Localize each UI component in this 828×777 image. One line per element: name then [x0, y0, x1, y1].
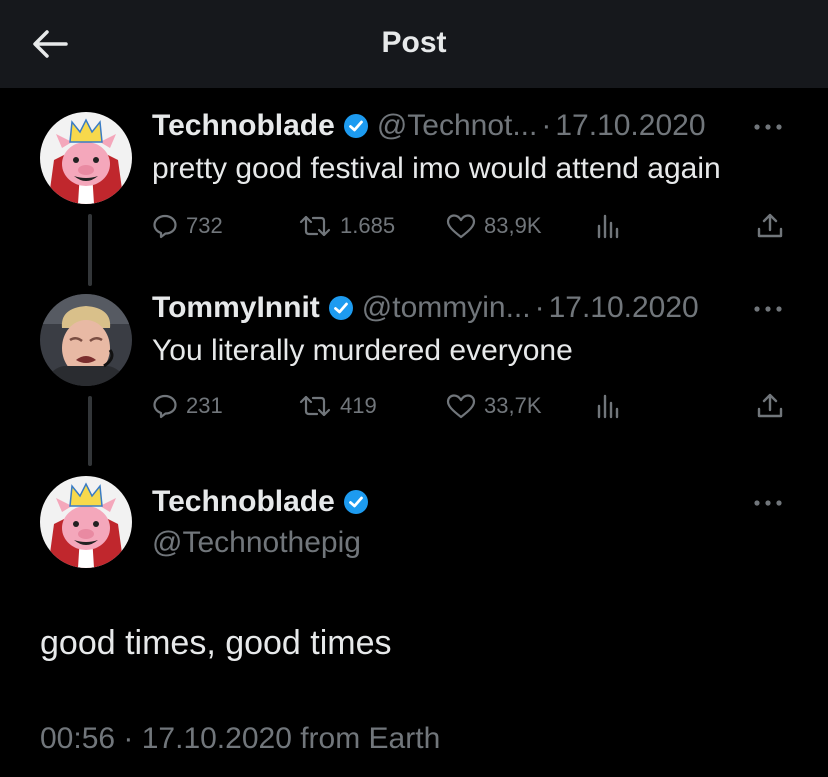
author-handle[interactable]: @Technot...	[377, 109, 538, 143]
reply-icon	[153, 214, 177, 239]
author-name[interactable]: Technoblade	[152, 109, 335, 143]
author-handle[interactable]: @tommyin...	[362, 291, 531, 325]
more-dots-icon	[754, 500, 782, 506]
like-count: 33,7K	[484, 393, 542, 418]
retweet-icon	[299, 215, 331, 237]
tweet-text: pretty good festival imo would attend ag…	[152, 152, 721, 185]
tweet-text: You literally murdered everyone	[152, 334, 573, 367]
like-button[interactable]: 33,7K	[446, 386, 542, 426]
separator: ·	[534, 291, 545, 324]
page-title: Post	[381, 26, 447, 59]
main-tweet-text: good times, good times	[40, 624, 392, 662]
more-options-button[interactable]	[748, 294, 788, 324]
reply-count: 732	[186, 213, 223, 238]
retweet-count: 1.685	[340, 213, 396, 238]
retweet-count: 419	[340, 393, 377, 418]
retweet-button[interactable]: 419	[298, 386, 377, 426]
tweet-header: Technoblade @Technot... · 17.10.2020	[152, 106, 706, 146]
retweet-button[interactable]: 1.685	[298, 206, 395, 246]
verified-badge-icon	[343, 489, 369, 515]
avatar-technoblade[interactable]	[40, 476, 132, 568]
avatar-tommyinnit[interactable]	[40, 294, 132, 386]
heart-icon	[446, 214, 476, 239]
author-handle[interactable]: @Technothepig	[152, 526, 377, 560]
thread-connector	[88, 396, 92, 466]
verified-badge-icon	[328, 295, 354, 321]
tommy-avatar-image	[40, 294, 132, 386]
tweet-actions: 732 1.685 83,9K	[152, 206, 788, 246]
reply-icon	[153, 394, 177, 419]
more-options-button[interactable]	[748, 488, 788, 518]
pig-avatar-image	[40, 476, 132, 568]
like-count: 83,9K	[484, 213, 542, 238]
avatar-technoblade[interactable]	[40, 112, 132, 204]
main-author-block: Technoblade @Technothepig	[152, 482, 377, 560]
reply-button[interactable]: 732	[152, 206, 223, 246]
share-button[interactable]	[756, 206, 784, 246]
author-name[interactable]: Technoblade	[152, 485, 335, 519]
separator: ·	[541, 109, 552, 142]
more-dots-icon	[754, 306, 782, 312]
pig-avatar-image	[40, 112, 132, 204]
share-button[interactable]	[756, 386, 784, 426]
reply-button[interactable]: 231	[152, 386, 223, 426]
verified-badge-icon	[343, 113, 369, 139]
tweet-date[interactable]: 17.10.2020	[549, 291, 699, 325]
heart-icon	[446, 394, 476, 419]
share-icon	[757, 213, 783, 238]
reply-count: 231	[186, 393, 223, 418]
tweet-actions: 231 419 33,7K	[152, 386, 788, 426]
like-button[interactable]: 83,9K	[446, 206, 542, 246]
more-dots-icon	[754, 124, 782, 130]
views-icon	[597, 394, 619, 419]
tweet-header: TommyInnit @tommyin... · 17.10.2020	[152, 288, 699, 328]
top-bar: Post	[0, 0, 828, 88]
tweet-date[interactable]: 17.10.2020	[555, 109, 705, 143]
views-icon	[597, 214, 619, 239]
author-name[interactable]: TommyInnit	[152, 291, 320, 325]
more-options-button[interactable]	[748, 112, 788, 142]
thread-connector	[88, 214, 92, 286]
tweet-timestamp[interactable]: 00:56 · 17.10.2020 from Earth	[40, 722, 440, 756]
views-button[interactable]	[596, 386, 622, 426]
retweet-icon	[299, 395, 331, 417]
views-button[interactable]	[596, 206, 622, 246]
share-icon	[757, 393, 783, 418]
